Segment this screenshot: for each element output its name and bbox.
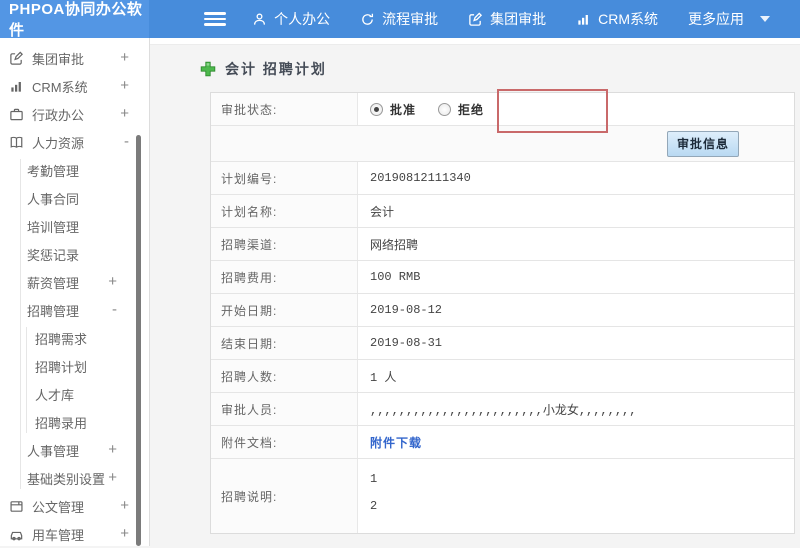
- sidebar-item-base-category[interactable]: 基础类别设置+: [0, 464, 149, 492]
- sidebar-item-recruit-demand[interactable]: 招聘需求: [0, 324, 149, 352]
- field-label: 结束日期:: [211, 327, 358, 359]
- bar-chart-icon: [576, 12, 591, 27]
- document-icon: [9, 499, 24, 514]
- form-row-channel: 招聘渠道: 网络招聘: [211, 228, 794, 261]
- nav-label: 更多应用: [688, 9, 744, 29]
- bar-chart-icon: [9, 79, 24, 94]
- field-label: 招聘费用:: [211, 261, 358, 293]
- add-icon[interactable]: [200, 61, 216, 77]
- description-line: 2: [370, 499, 377, 513]
- sidebar-item-hr-contract[interactable]: 人事合同: [0, 184, 149, 212]
- nav-more-apps[interactable]: 更多应用: [688, 9, 770, 29]
- sidebar-item-group-approval[interactable]: 集团审批+: [0, 44, 149, 72]
- nav-personal-office[interactable]: 个人办公: [252, 9, 330, 29]
- field-label: 计划名称:: [211, 195, 358, 227]
- detail-panel: 审批状态: 批准 拒绝 审批信息 计划编号: 20190812111340 计划…: [210, 92, 795, 534]
- approval-info-button[interactable]: 审批信息: [667, 131, 739, 157]
- field-value: 2019-08-12: [358, 294, 794, 326]
- field-label: 审批状态:: [211, 93, 358, 125]
- sidebar-item-admin-office[interactable]: 行政办公+: [0, 100, 149, 128]
- car-icon: [9, 527, 24, 542]
- form-row-description: 招聘说明: 1 2: [211, 459, 794, 533]
- form-row-end-date: 结束日期: 2019-08-31: [211, 327, 794, 360]
- recruit-submenu: 招聘需求 招聘计划 人才库 招聘录用: [0, 324, 149, 436]
- approval-button-row: 审批信息: [211, 126, 794, 162]
- form-row-start-date: 开始日期: 2019-08-12: [211, 294, 794, 327]
- sidebar-item-recruit-mgmt[interactable]: 招聘管理-: [0, 296, 149, 324]
- content-top-strip: [150, 38, 800, 45]
- form-row-headcount: 招聘人数: 1 人: [211, 360, 794, 393]
- sidebar-item-document-mgmt[interactable]: 公文管理+: [0, 492, 149, 520]
- nav-label: 集团审批: [490, 9, 546, 29]
- field-label: 附件文档:: [211, 426, 358, 458]
- menu-toggle-icon[interactable]: [204, 9, 226, 29]
- top-header: PHPOA协同办公软件 个人办公 流程审批 集团审批 CRM系统 更多应用: [0, 0, 800, 38]
- title-row: 会计 招聘计划: [200, 59, 800, 79]
- form-row-attachment: 附件文档: 附件下载: [211, 426, 794, 459]
- radio-approve-label: 批准: [390, 101, 416, 118]
- field-label: 计划编号:: [211, 162, 358, 194]
- sidebar-item-recruit-plan[interactable]: 招聘计划: [0, 352, 149, 380]
- sidebar-scrollbar[interactable]: [136, 135, 141, 546]
- nav-crm-system[interactable]: CRM系统: [576, 9, 658, 29]
- field-value: 2019-08-31: [358, 327, 794, 359]
- form-row-plan-no: 计划编号: 20190812111340: [211, 162, 794, 195]
- radio-reject-label: 拒绝: [458, 101, 484, 118]
- nav-label: 个人办公: [274, 9, 330, 29]
- header-nav: 个人办公 流程审批 集团审批 CRM系统 更多应用: [252, 9, 800, 29]
- field-value: 网络招聘: [358, 228, 794, 260]
- sidebar-item-attendance[interactable]: 考勤管理: [0, 156, 149, 184]
- field-label: 开始日期:: [211, 294, 358, 326]
- form-row-plan-name: 计划名称: 会计: [211, 195, 794, 228]
- nav-group-approval[interactable]: 集团审批: [468, 9, 546, 29]
- nav-label: 流程审批: [382, 9, 438, 29]
- sidebar-item-rewards[interactable]: 奖惩记录: [0, 240, 149, 268]
- sidebar-item-recruit-hire[interactable]: 招聘录用: [0, 408, 149, 436]
- process-icon: [360, 12, 375, 27]
- briefcase-icon: [9, 107, 24, 122]
- field-value: 会计: [358, 195, 794, 227]
- page-title: 会计 招聘计划: [225, 59, 327, 79]
- sidebar: 集团审批+ CRM系统+ 行政办公+ 人力资源- 考勤管理 人事合同 培训管理 …: [0, 38, 150, 546]
- edit-icon: [468, 12, 483, 27]
- field-value: 附件下载: [358, 426, 794, 458]
- nav-process-approval[interactable]: 流程审批: [360, 9, 438, 29]
- book-icon: [9, 135, 24, 150]
- attachment-download-link[interactable]: 附件下载: [370, 434, 422, 451]
- app-logo: PHPOA协同办公软件: [0, 0, 149, 38]
- nav-label: CRM系统: [598, 9, 658, 29]
- hr-submenu: 考勤管理 人事合同 培训管理 奖惩记录 薪资管理+ 招聘管理- 招聘需求 招聘计…: [0, 156, 149, 492]
- description-line: 1: [370, 472, 377, 486]
- sidebar-item-personnel-mgmt[interactable]: 人事管理+: [0, 436, 149, 464]
- sidebar-item-salary[interactable]: 薪资管理+: [0, 268, 149, 296]
- sidebar-item-crm[interactable]: CRM系统+: [0, 72, 149, 100]
- field-value: 100 RMB: [358, 261, 794, 293]
- user-icon: [252, 12, 267, 27]
- main-content: 会计 招聘计划 审批状态: 批准 拒绝 审批信息 计划编号: 201908121…: [150, 38, 800, 546]
- sidebar-item-vehicle-mgmt[interactable]: 用车管理+: [0, 520, 149, 548]
- approval-status-row: 审批状态: 批准 拒绝: [211, 93, 794, 126]
- radio-reject[interactable]: [438, 103, 451, 116]
- sidebar-item-hr[interactable]: 人力资源-: [0, 128, 149, 156]
- form-row-cost: 招聘费用: 100 RMB: [211, 261, 794, 294]
- radio-approve[interactable]: [370, 103, 383, 116]
- field-label: 招聘说明:: [211, 459, 358, 533]
- field-value: 1 2: [358, 459, 794, 533]
- field-value: ,,,,,,,,,,,,,,,,,,,,,,,,小龙女,,,,,,,,: [358, 393, 794, 425]
- sidebar-item-training[interactable]: 培训管理: [0, 212, 149, 240]
- form-row-approvers: 审批人员: ,,,,,,,,,,,,,,,,,,,,,,,,小龙女,,,,,,,…: [211, 393, 794, 426]
- field-label: 招聘人数:: [211, 360, 358, 392]
- caret-down-icon: [760, 16, 770, 22]
- field-label: 审批人员:: [211, 393, 358, 425]
- sidebar-item-talent-pool[interactable]: 人才库: [0, 380, 149, 408]
- approval-radio-group: 批准 拒绝: [358, 93, 794, 125]
- field-label: 招聘渠道:: [211, 228, 358, 260]
- edit-icon: [9, 51, 24, 66]
- field-value: 1 人: [358, 360, 794, 392]
- field-value: 20190812111340: [358, 162, 794, 194]
